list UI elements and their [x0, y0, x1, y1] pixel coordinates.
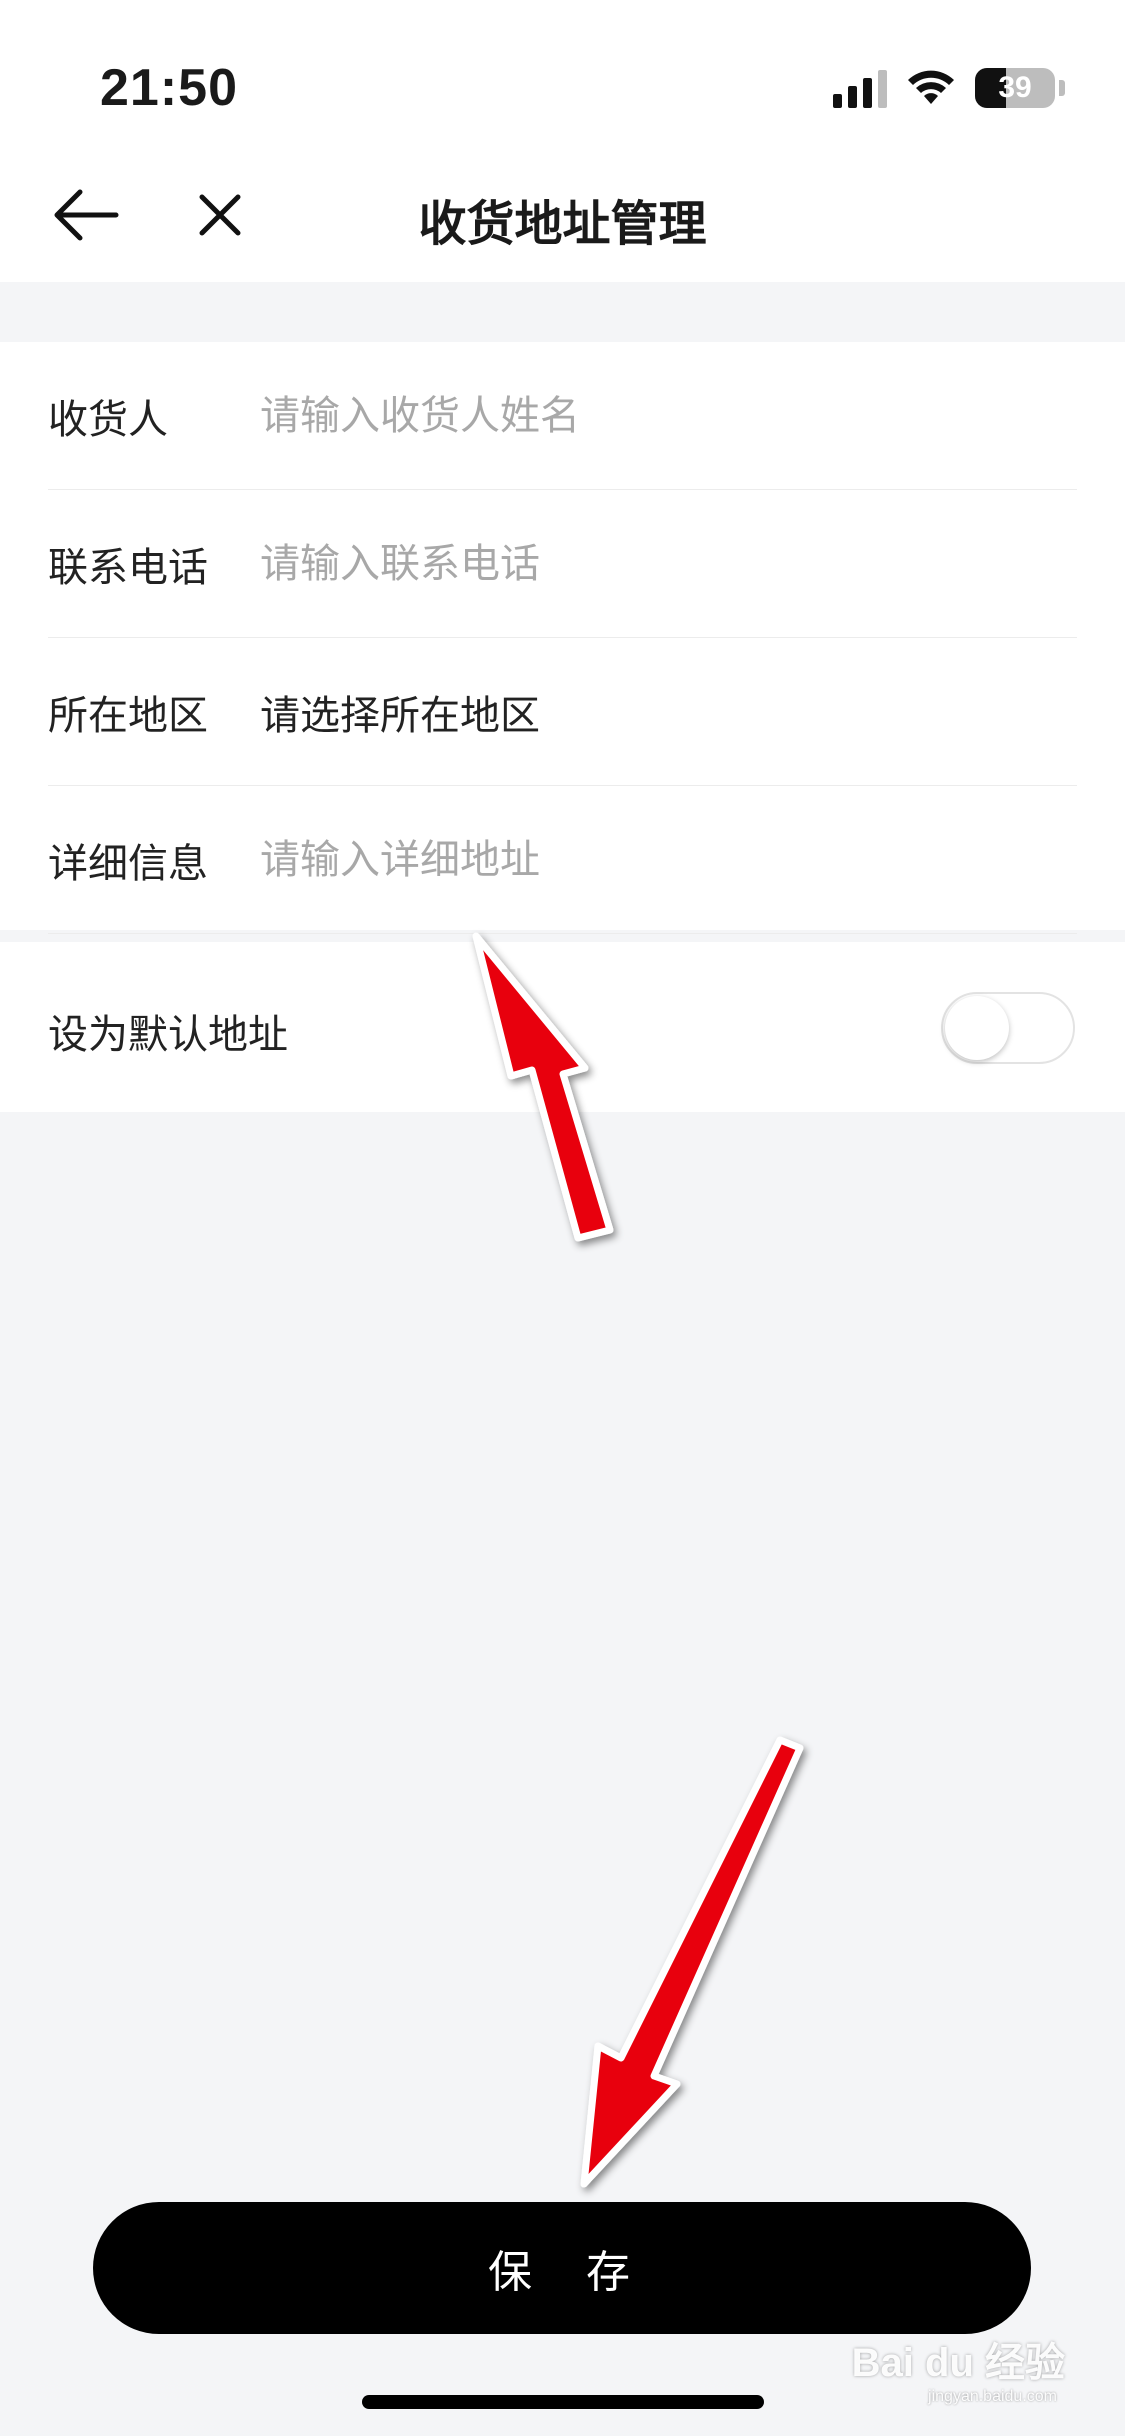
form-row-detail: 详细信息 — [48, 786, 1077, 934]
nav-bar: 收货地址管理 — [0, 150, 1125, 282]
detail-address-input[interactable] — [260, 836, 1077, 883]
region-label: 所在地区 — [48, 692, 208, 739]
recipient-label: 收货人 — [48, 396, 168, 443]
save-button[interactable]: 保 存 — [93, 2202, 1031, 2334]
battery-nub — [1059, 80, 1065, 96]
wifi-icon — [908, 70, 954, 104]
default-address-label: 设为默认地址 — [48, 1012, 288, 1058]
form-row-recipient: 收货人 — [48, 342, 1077, 490]
battery-level: 39 — [998, 71, 1032, 104]
address-form: 收货人 联系电话 所在地区 请选择所在地区 详细信息 — [0, 342, 1125, 934]
annotation-arrow-down — [580, 1736, 804, 2188]
form-row-region[interactable]: 所在地区 请选择所在地区 — [48, 638, 1077, 786]
phone-label: 联系电话 — [48, 544, 208, 591]
toggle-knob — [945, 996, 1009, 1060]
default-address-toggle[interactable] — [941, 992, 1075, 1064]
page-title: 收货地址管理 — [418, 196, 707, 252]
home-indicator — [362, 2395, 764, 2409]
recipient-name-input[interactable] — [260, 392, 1077, 439]
status-bar: 21:50 39 — [0, 0, 1125, 150]
region-select[interactable]: 请选择所在地区 — [260, 683, 1077, 741]
status-icons: 39 — [833, 64, 1065, 112]
battery-icon: 39 — [975, 68, 1055, 108]
detail-label: 详细信息 — [48, 840, 208, 887]
baidu-watermark-url: jingyan.baidu.com — [928, 2388, 1057, 2405]
form-row-phone: 联系电话 — [48, 490, 1077, 638]
signal-icon — [833, 68, 887, 108]
baidu-watermark: Bai du 经验 — [851, 2341, 1065, 2385]
default-address-row: 设为默认地址 — [0, 942, 1125, 1112]
phone-input[interactable] — [260, 540, 1077, 587]
status-time: 21:50 — [100, 59, 238, 117]
